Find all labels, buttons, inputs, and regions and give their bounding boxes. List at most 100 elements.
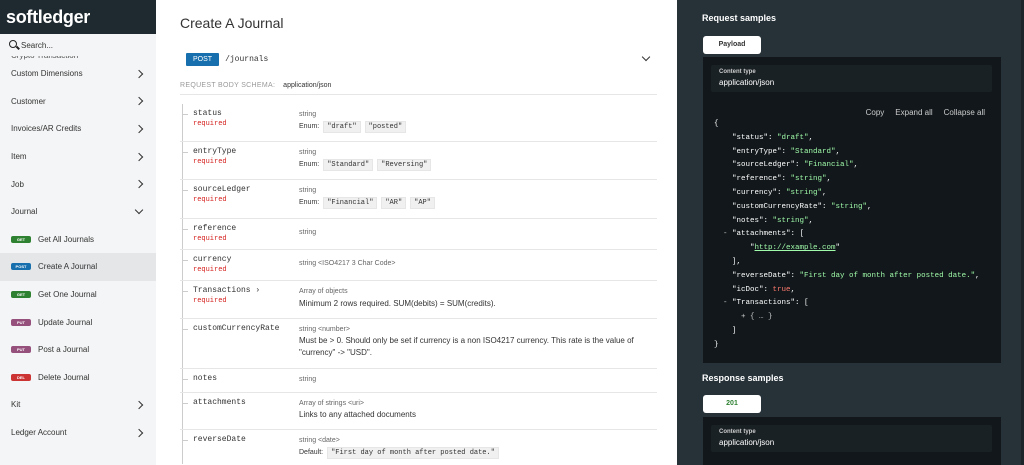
- json-value: true: [772, 285, 791, 294]
- search-placeholder: Search...: [21, 41, 54, 50]
- json-value: "string": [772, 216, 809, 225]
- request-samples-title: Request samples: [702, 13, 777, 23]
- field-name: customCurrencyRate: [193, 324, 280, 333]
- field-row-reference: reference required string: [180, 219, 657, 250]
- payload-tab[interactable]: Payload: [703, 36, 761, 54]
- field-description: Minimum 2 rows required. SUM(debits) = S…: [299, 299, 496, 308]
- json-key: "sourceLedger": [732, 161, 796, 170]
- field-type: string: [299, 187, 317, 194]
- content-type-label: Content type: [719, 429, 756, 435]
- field-name: currency: [193, 255, 232, 264]
- json-key: "customCurrencyRate": [732, 202, 823, 211]
- schema-content-type: application/json: [283, 82, 332, 89]
- sidebar-item-job[interactable]: Job: [0, 170, 156, 198]
- response-201-tab[interactable]: 201: [703, 395, 761, 413]
- json-collapse-toggle[interactable]: -: [714, 230, 728, 238]
- tree-line: [182, 219, 183, 249]
- content-type-box: Content type application/json: [711, 65, 992, 92]
- json-key: "reverseDate": [732, 271, 791, 280]
- json-value: "string": [790, 175, 827, 184]
- json-expand-toggle[interactable]: + { … }: [741, 313, 773, 321]
- sidebar-item-item[interactable]: Item: [0, 143, 156, 171]
- tree-line: [182, 379, 188, 380]
- enum-label: Enum:: [299, 161, 320, 168]
- copy-button[interactable]: Copy: [866, 108, 885, 117]
- sidebar-item-invoices[interactable]: Invoices/AR Credits: [0, 115, 156, 143]
- enum-value: "posted": [364, 121, 407, 133]
- field-name-expandable[interactable]: Transactions ›: [193, 286, 260, 295]
- tree-line: [182, 250, 183, 280]
- field-info: Array of strings <uri> Links to any atta…: [299, 400, 657, 421]
- json-brace: }: [714, 340, 719, 349]
- sidebar-item-ledger-account[interactable]: Ledger Account: [0, 419, 156, 447]
- json-link[interactable]: http://example.com: [755, 244, 836, 252]
- field-default: Default: "First day of month after poste…: [299, 447, 657, 459]
- samples-panel: Request samples Payload Content type app…: [677, 0, 1024, 465]
- enum-value: "Reversing": [377, 159, 432, 171]
- enum-value: "draft": [323, 121, 361, 133]
- json-key: "status": [732, 133, 769, 142]
- response-content-type-box: Content type application/json: [711, 425, 992, 452]
- field-row-entrytype: entryType required string Enum: "Standar…: [180, 142, 657, 180]
- chevron-right-icon: [134, 97, 144, 106]
- field-type: Array of objects: [299, 288, 348, 295]
- json-brace: {: [714, 120, 719, 128]
- sidebar-item-label: Journal: [11, 207, 38, 217]
- method-badge: DEL: [11, 373, 31, 381]
- chevron-right-icon: [134, 152, 144, 161]
- sidebar-subitem-get-one-journal[interactable]: GET Get One Journal: [0, 281, 156, 309]
- field-info: string: [299, 376, 657, 383]
- field-type: string: [299, 111, 317, 118]
- enum-value: "AR": [381, 197, 407, 209]
- field-info: string Enum: "draft" "posted": [299, 111, 657, 133]
- field-required: required: [193, 158, 227, 166]
- json-collapse-toggle[interactable]: -: [714, 299, 728, 307]
- tree-line: [182, 260, 188, 261]
- search-input[interactable]: Search...: [0, 36, 156, 56]
- method-badge: PUT: [11, 346, 31, 354]
- sidebar-item-label: Ledger Account: [11, 428, 67, 438]
- sidebar-item-label: Job: [11, 179, 24, 189]
- sidebar-subitem-post-a-journal[interactable]: PUT Post a Journal: [0, 336, 156, 364]
- chevron-down-icon: [134, 206, 144, 215]
- tree-line: [182, 440, 188, 441]
- sidebar-item-label: Invoices/AR Credits: [11, 124, 82, 134]
- request-sample-box: Content type application/json Copy Expan…: [703, 57, 1001, 363]
- content-type-value[interactable]: application/json: [719, 78, 984, 87]
- expand-all-button[interactable]: Expand all: [895, 108, 932, 117]
- sidebar-item-journal[interactable]: Journal: [0, 198, 156, 226]
- sidebar-subitem-delete-journal[interactable]: DEL Delete Journal: [0, 364, 156, 392]
- field-row-notes: notes string: [180, 369, 657, 393]
- tree-line: [182, 393, 183, 429]
- sidebar-item-customer[interactable]: Customer: [0, 88, 156, 116]
- chevron-right-icon: [134, 400, 144, 410]
- field-type: Array of strings <uri>: [299, 400, 364, 407]
- sidebar-subitem-label: Post a Journal: [38, 345, 90, 355]
- json-value: "First day of month after posted date.": [799, 271, 976, 280]
- sidebar-subitem-get-all-journals[interactable]: GET Get All Journals: [0, 226, 156, 254]
- endpoint-bar[interactable]: POST /journals: [180, 48, 657, 71]
- tree-line: [182, 291, 188, 292]
- sidebar-item-kit[interactable]: Kit: [0, 391, 156, 419]
- enum-value: "AP": [410, 197, 435, 209]
- json-key: "currency": [732, 188, 778, 197]
- field-name: reverseDate: [193, 435, 246, 444]
- sidebar-subitem-update-journal[interactable]: PUT Update Journal: [0, 308, 156, 336]
- chevron-right-icon: [134, 428, 144, 437]
- field-required: required: [193, 120, 227, 128]
- chevron-down-icon[interactable]: [641, 52, 651, 62]
- sidebar-subitem-label: Update Journal: [38, 317, 93, 327]
- sidebar-item-label: Customer: [11, 96, 46, 106]
- field-row-transactions[interactable]: Transactions › required Array of objects…: [180, 281, 657, 319]
- field-type: string <ISO4217 3 Char Code>: [299, 260, 396, 267]
- collapse-all-button[interactable]: Collapse all: [944, 108, 985, 117]
- sidebar-item-custom-dimensions[interactable]: Custom Dimensions: [0, 60, 156, 88]
- tree-line: [182, 190, 188, 191]
- tree-line: [182, 180, 183, 218]
- endpoint-path: /journals: [225, 55, 269, 64]
- content-type-value[interactable]: application/json: [719, 438, 984, 447]
- tree-line: [182, 430, 183, 464]
- sidebar-subitem-create-a-journal[interactable]: POST Create A Journal: [0, 253, 156, 281]
- field-name: attachments: [193, 398, 246, 407]
- logo[interactable]: softledger: [0, 0, 156, 34]
